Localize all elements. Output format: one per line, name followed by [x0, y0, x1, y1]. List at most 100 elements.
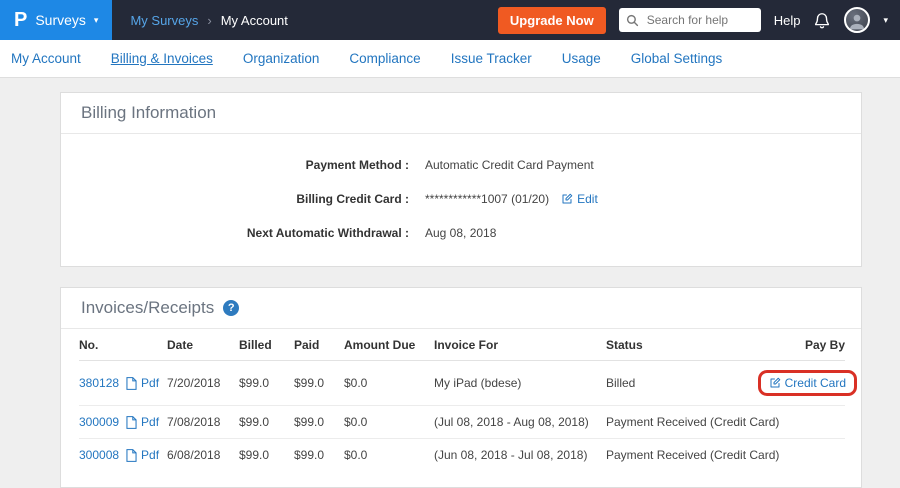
table-header-row: No. Date Billed Paid Amount Due Invoice …	[79, 329, 845, 361]
topbar-actions: Upgrade Now Help ▾	[498, 7, 900, 34]
invoices-table: No. Date Billed Paid Amount Due Invoice …	[79, 329, 845, 471]
edit-credit-card-link[interactable]: Edit	[561, 192, 598, 206]
tab-billing-invoices[interactable]: Billing & Invoices	[111, 51, 213, 66]
invoices-receipts-card: Invoices/Receipts ? No. Date Billed Paid…	[60, 287, 862, 488]
amount-due-cell: $0.0	[344, 439, 434, 472]
status-cell: Payment Received (Credit Card)	[606, 406, 765, 439]
invoice-for-cell: My iPad (bdese)	[434, 361, 606, 406]
product-switcher[interactable]: P Surveys ▾	[0, 0, 112, 40]
invoice-for-cell: (Jun 08, 2018 - Jul 08, 2018)	[434, 439, 606, 472]
breadcrumb-my-account: My Account	[221, 13, 288, 28]
billing-card-title: Billing Information	[81, 103, 216, 123]
payment-method-label: Payment Method :	[61, 158, 409, 172]
billed-cell: $99.0	[239, 406, 294, 439]
pay-by-credit-card-link[interactable]: Credit Card	[769, 376, 846, 390]
no-cell: 380128 Pdf	[79, 361, 167, 406]
no-cell: 300008 Pdf	[79, 439, 167, 472]
pdf-document-icon	[126, 449, 137, 462]
column-header-status: Status	[606, 329, 765, 361]
billing-information-card: Billing Information Payment Method : Aut…	[60, 92, 862, 267]
pdf-download-link[interactable]: Pdf	[126, 376, 159, 390]
column-header-amount-due: Amount Due	[344, 329, 434, 361]
invoice-row-300008: 300008 Pdf 6/08/2018 $99.0 $99.0 $0.0 (J…	[79, 439, 845, 472]
date-cell: 7/20/2018	[167, 361, 239, 406]
tab-usage[interactable]: Usage	[562, 51, 601, 66]
billing-card-header: Billing Information	[61, 93, 861, 134]
chevron-down-icon: ▾	[94, 15, 99, 26]
search-icon	[626, 14, 639, 27]
tab-my-account[interactable]: My Account	[11, 51, 81, 66]
person-icon	[846, 11, 868, 31]
pdf-document-icon	[126, 377, 137, 390]
pdf-document-icon	[126, 416, 137, 429]
column-header-pay-by: Pay By	[765, 329, 845, 361]
invoice-row-380128: 380128 Pdf 7/20/2018 $99.0 $99.0 $0.0 My…	[79, 361, 845, 406]
pay-by-link-label: Credit Card	[785, 376, 846, 390]
invoice-number-link[interactable]: 300008	[79, 448, 119, 462]
amount-due-cell: $0.0	[344, 361, 434, 406]
status-cell: Payment Received (Credit Card)	[606, 439, 765, 472]
billing-fields: Payment Method : Automatic Credit Card P…	[61, 134, 861, 266]
breadcrumb-my-surveys[interactable]: My Surveys	[130, 13, 198, 28]
invoice-number-link[interactable]: 300009	[79, 415, 119, 429]
edit-pencil-icon	[561, 193, 573, 205]
next-withdrawal-label: Next Automatic Withdrawal :	[61, 226, 409, 240]
breadcrumb: My Surveys › My Account	[130, 13, 287, 28]
next-withdrawal-row: Next Automatic Withdrawal : Aug 08, 2018	[61, 216, 861, 250]
paid-cell: $99.0	[294, 439, 344, 472]
user-avatar[interactable]	[844, 7, 870, 33]
billing-credit-card-row: Billing Credit Card : ************1007 (…	[61, 182, 861, 216]
chevron-right-icon: ›	[207, 13, 211, 28]
pdf-download-link[interactable]: Pdf	[126, 415, 159, 429]
billing-credit-card-value-wrap: ************1007 (01/20) Edit	[425, 192, 598, 206]
pdf-link-label: Pdf	[141, 415, 159, 429]
red-highlight-annotation: Credit Card	[758, 370, 857, 396]
invoice-row-300009: 300009 Pdf 7/08/2018 $99.0 $99.0 $0.0 (J…	[79, 406, 845, 439]
search-input[interactable]	[645, 12, 754, 28]
help-search-box[interactable]	[619, 8, 761, 32]
payment-method-row: Payment Method : Automatic Credit Card P…	[61, 148, 861, 182]
column-header-date: Date	[167, 329, 239, 361]
billing-credit-card-label: Billing Credit Card :	[61, 192, 409, 206]
help-question-icon[interactable]: ?	[223, 300, 239, 316]
pdf-link-label: Pdf	[141, 448, 159, 462]
upgrade-now-button[interactable]: Upgrade Now	[498, 7, 606, 34]
main-content: Billing Information Payment Method : Aut…	[0, 78, 900, 488]
billing-credit-card-value: ************1007 (01/20)	[425, 192, 549, 206]
questionpro-logo: P	[14, 10, 27, 30]
edit-link-label: Edit	[577, 192, 598, 206]
tab-issue-tracker[interactable]: Issue Tracker	[451, 51, 532, 66]
no-cell: 300009 Pdf	[79, 406, 167, 439]
billed-cell: $99.0	[239, 439, 294, 472]
payment-method-value: Automatic Credit Card Payment	[425, 158, 594, 172]
paid-cell: $99.0	[294, 361, 344, 406]
next-withdrawal-value: Aug 08, 2018	[425, 226, 496, 240]
product-name: Surveys	[35, 12, 86, 28]
invoices-card-header: Invoices/Receipts ?	[61, 288, 861, 329]
paid-cell: $99.0	[294, 406, 344, 439]
column-header-paid: Paid	[294, 329, 344, 361]
tab-organization[interactable]: Organization	[243, 51, 320, 66]
column-header-no: No.	[79, 329, 167, 361]
invoices-card-title: Invoices/Receipts	[81, 298, 214, 318]
amount-due-cell: $0.0	[344, 406, 434, 439]
pay-by-cell: Credit Card	[765, 361, 845, 406]
tab-compliance[interactable]: Compliance	[349, 51, 420, 66]
column-header-billed: Billed	[239, 329, 294, 361]
notifications-bell-icon[interactable]	[813, 11, 831, 30]
account-menu-chevron-icon[interactable]: ▾	[883, 15, 888, 26]
column-header-invoice-for: Invoice For	[434, 329, 606, 361]
date-cell: 6/08/2018	[167, 439, 239, 472]
account-nav-tabs: My Account Billing & Invoices Organizati…	[0, 40, 900, 78]
invoice-for-cell: (Jul 08, 2018 - Aug 08, 2018)	[434, 406, 606, 439]
pay-edit-icon	[769, 377, 781, 389]
pdf-download-link[interactable]: Pdf	[126, 448, 159, 462]
top-bar: P Surveys ▾ My Surveys › My Account Upgr…	[0, 0, 900, 40]
pdf-link-label: Pdf	[141, 376, 159, 390]
invoice-number-link[interactable]: 380128	[79, 376, 119, 390]
status-cell: Billed	[606, 361, 765, 406]
billed-cell: $99.0	[239, 361, 294, 406]
tab-global-settings[interactable]: Global Settings	[631, 51, 723, 66]
date-cell: 7/08/2018	[167, 406, 239, 439]
help-link[interactable]: Help	[774, 13, 801, 28]
